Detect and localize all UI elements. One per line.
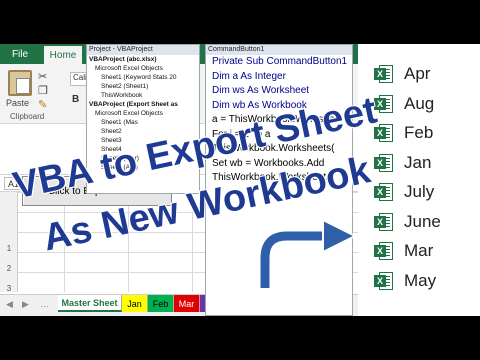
file-name: July	[404, 182, 435, 201]
file-name: Aug	[404, 93, 435, 113]
file-item[interactable]: X July	[374, 181, 434, 203]
paste-label[interactable]: Paste	[6, 98, 29, 108]
row-headers: 1 2 3	[0, 192, 18, 293]
sheet-tab[interactable]: Mar	[174, 295, 200, 312]
excel-file-icon: X	[374, 271, 394, 291]
excel-file-icon: X	[374, 241, 394, 261]
sheet-next-icon[interactable]: ▶	[22, 299, 29, 310]
letterbox-top	[0, 0, 480, 44]
project-tree-item[interactable]: Sheet1 (Mas	[87, 118, 199, 127]
sheet-tab[interactable]: Jan	[122, 295, 148, 312]
project-tree-item[interactable]: Sheet2 (Sheet1)	[87, 82, 199, 91]
file-name: June	[404, 211, 441, 231]
file-item[interactable]: X Feb	[374, 122, 433, 144]
curved-arrow-icon	[258, 218, 358, 288]
tab-file[interactable]: File	[0, 44, 40, 64]
excel-file-icon: X	[374, 153, 394, 173]
code-line[interactable]: Dim a As Integer	[206, 70, 352, 85]
clipboard-group-label: Clipboard	[10, 112, 45, 121]
excel-file-icon: X	[374, 94, 394, 114]
sheet-prev-icon[interactable]: ◀	[6, 299, 13, 310]
excel-file-icon: X	[374, 182, 394, 202]
row-number[interactable]: 3	[0, 284, 18, 293]
project-explorer-title: Project - VBAProject	[87, 45, 199, 55]
project-tree-item[interactable]: VBAProject (Export Sheet as	[87, 100, 199, 109]
file-name: Jan	[404, 152, 432, 172]
file-name: May	[404, 270, 437, 290]
sheet-more-icon[interactable]: …	[40, 299, 49, 309]
file-item[interactable]: X Jan	[374, 152, 431, 174]
format-painter-icon[interactable]: ✎	[38, 98, 47, 111]
file-name: Mar	[404, 241, 434, 260]
exported-files-list: X Apr X Aug X Feb X Jan X July X June X Mar X May	[358, 44, 480, 316]
cut-icon[interactable]: ✂	[38, 70, 47, 83]
copy-icon[interactable]: ❐	[38, 84, 48, 97]
file-item[interactable]: X Mar	[374, 240, 433, 262]
code-line[interactable]: Dim ws As Worksheet	[206, 84, 352, 99]
excel-file-icon: X	[374, 212, 394, 232]
file-name: Apr	[404, 64, 431, 83]
project-tree-item[interactable]: VBAProject (abc.xlsx)	[87, 55, 199, 64]
sheet-tab[interactable]: Feb	[148, 295, 174, 312]
tab-home[interactable]: Home	[44, 46, 82, 64]
file-item[interactable]: X May	[374, 270, 436, 292]
paste-icon[interactable]	[8, 70, 32, 96]
file-name: Feb	[404, 123, 434, 142]
bold-button[interactable]: B	[72, 94, 79, 105]
file-item[interactable]: X Apr	[374, 63, 430, 85]
project-tree-item[interactable]: Microsoft Excel Objects	[87, 109, 199, 118]
sheet-tab[interactable]: Master Sheet	[58, 295, 122, 312]
file-item[interactable]: X June	[374, 211, 441, 233]
file-item[interactable]: X Aug	[374, 93, 434, 115]
project-tree-item[interactable]: Sheet1 (Keyword Stats 20	[87, 73, 199, 82]
project-tree-item[interactable]: ThisWorkbook	[87, 91, 199, 100]
letterbox-bottom	[0, 316, 480, 360]
row-number[interactable]: 2	[0, 264, 18, 273]
row-number[interactable]: 1	[0, 244, 18, 253]
code-window-title[interactable]: CommandButton1	[206, 45, 352, 55]
excel-file-icon: X	[374, 64, 394, 84]
project-tree-item[interactable]: Microsoft Excel Objects	[87, 64, 199, 73]
code-line[interactable]: Private Sub CommandButton1	[206, 55, 352, 70]
